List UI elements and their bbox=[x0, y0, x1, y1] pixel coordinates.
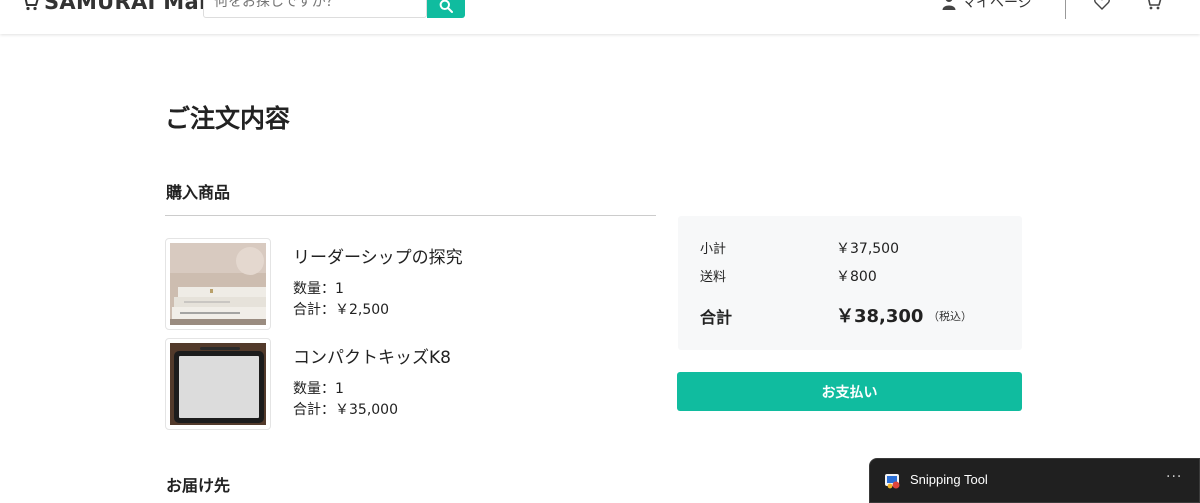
user-icon bbox=[942, 0, 956, 10]
delivery-section-title: お届け先 bbox=[166, 476, 231, 495]
total-label: 合計 bbox=[700, 308, 733, 327]
total-value: ￥38,300 bbox=[836, 306, 924, 327]
item-name[interactable]: リーダーシップの探究 bbox=[293, 243, 463, 268]
item-name[interactable]: コンパクトキッズK8 bbox=[293, 343, 451, 368]
section-divider bbox=[165, 215, 656, 216]
cart-logo-icon bbox=[24, 0, 39, 11]
tablet-image bbox=[170, 343, 266, 425]
book-image bbox=[170, 243, 266, 325]
more-options-icon[interactable]: ··· bbox=[1166, 469, 1182, 485]
item-quantity: 数量：1 bbox=[293, 281, 344, 297]
header-divider bbox=[1065, 0, 1066, 19]
page-title: ご注文内容 bbox=[165, 104, 291, 133]
heart-icon[interactable] bbox=[1094, 0, 1110, 10]
search-icon bbox=[439, 0, 453, 13]
pay-button[interactable]: お支払い bbox=[677, 372, 1022, 411]
purchase-section-title: 購入商品 bbox=[166, 183, 231, 202]
site-logo[interactable]: SAMURAI Mart bbox=[20, 0, 220, 14]
subtotal-value: ￥37,500 bbox=[836, 241, 899, 257]
item-total: 合計：￥35,000 bbox=[293, 402, 398, 418]
product-thumbnail[interactable] bbox=[165, 238, 271, 330]
search-button[interactable] bbox=[427, 0, 465, 18]
shipping-label: 送料 bbox=[700, 270, 727, 285]
notification-app-name: Snipping Tool bbox=[910, 472, 988, 487]
snipping-tool-icon bbox=[885, 474, 900, 489]
snipping-tool-notification[interactable]: Snipping Tool ··· bbox=[869, 458, 1200, 503]
subtotal-label: 小計 bbox=[700, 242, 727, 257]
tax-note: （税込） bbox=[928, 310, 972, 323]
order-item: リーダーシップの探究 数量：1 合計：￥2,500 bbox=[165, 238, 656, 330]
cart-icon[interactable] bbox=[1144, 0, 1162, 10]
item-total: 合計：￥2,500 bbox=[293, 302, 390, 318]
logo-text: SAMURAI Mart bbox=[44, 0, 220, 14]
product-thumbnail[interactable] bbox=[165, 338, 271, 430]
order-summary: 小計 ￥37,500 送料 ￥800 合計 ￥38,300 （税込） bbox=[678, 216, 1022, 350]
mypage-link[interactable]: マイページ bbox=[942, 0, 1032, 12]
shipping-value: ￥800 bbox=[836, 269, 877, 285]
search-input[interactable] bbox=[203, 0, 427, 18]
item-quantity: 数量：1 bbox=[293, 381, 344, 397]
site-header: SAMURAI Mart マイページ bbox=[0, 0, 1200, 34]
mypage-label: マイページ bbox=[962, 0, 1032, 11]
order-item: コンパクトキッズK8 数量：1 合計：￥35,000 bbox=[165, 338, 656, 430]
